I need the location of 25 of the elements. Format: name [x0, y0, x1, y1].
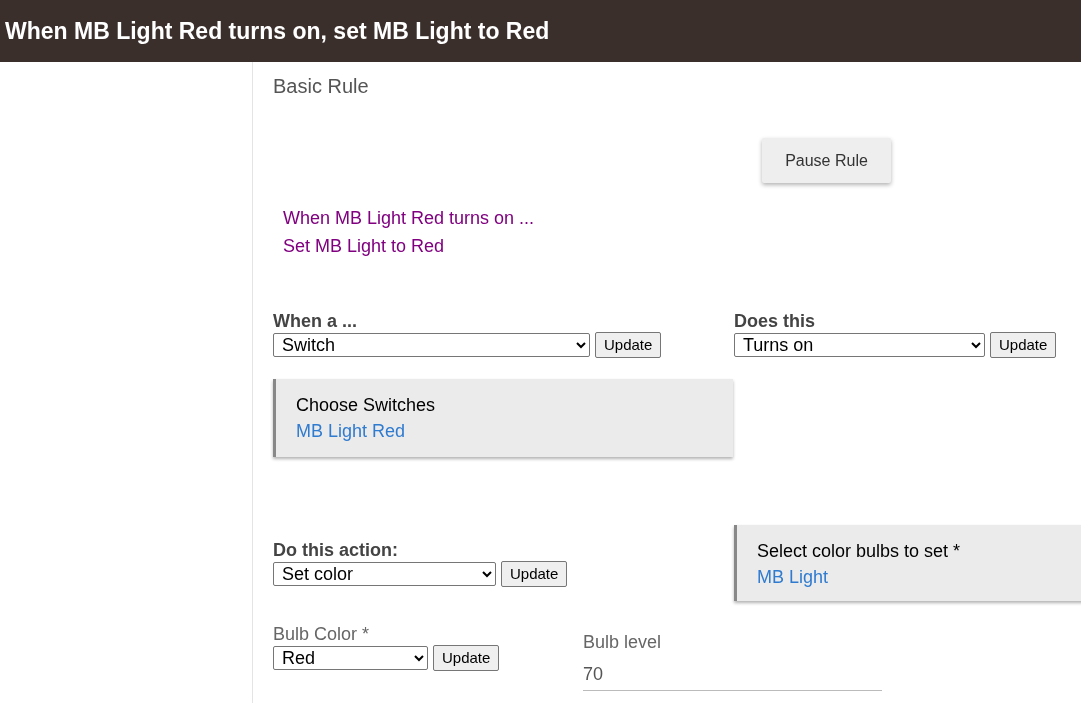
dropdown[interactable]: Switch	[273, 333, 590, 357]
rule-type-heading: Basic Rule	[273, 74, 370, 99]
update-button[interactable]: Update	[595, 332, 662, 358]
bulb-level-field[interactable]: 70	[583, 661, 882, 691]
device-picker-card[interactable]: Choose Switches MB Light Red	[273, 379, 733, 457]
selected-device: MB Light Red	[296, 420, 407, 443]
selected-device: MB Light	[757, 566, 830, 589]
field-label: Bulb level	[583, 631, 663, 653]
summary-link[interactable]: When MB Light Red turns on ...	[283, 204, 1081, 232]
pause-rule-button[interactable]: Pause Rule	[762, 138, 891, 183]
dropdown[interactable]: Red	[273, 646, 428, 670]
field-label: Do this action:	[273, 539, 399, 561]
field-label: Does this	[734, 310, 817, 332]
card-label: Choose Switches	[296, 394, 437, 417]
field-label: Bulb Color *	[273, 623, 371, 645]
update-button[interactable]: Update	[433, 645, 500, 671]
bulb-picker-card[interactable]: Select color bulbs to set * MB Light	[734, 525, 1081, 601]
update-button[interactable]: Update	[990, 332, 1057, 358]
dropdown[interactable]: Turns on	[734, 333, 985, 357]
page-heading: When MB Light Red turns on, set MB Light to Red	[5, 16, 550, 46]
dropdown[interactable]: Set color	[273, 562, 496, 586]
field-label: When a ...	[273, 310, 358, 332]
card-label: Select color bulbs to set *	[757, 540, 962, 563]
update-button[interactable]: Update	[501, 561, 568, 587]
summary-link[interactable]: Set MB Light to Red	[283, 232, 1081, 260]
